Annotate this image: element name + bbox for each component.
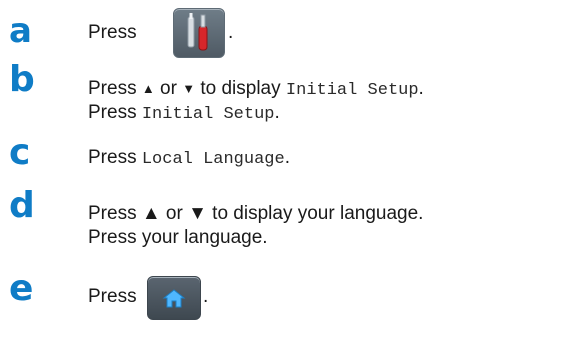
step-c-line: Press Local Language. [88,147,290,171]
step-letter-a: a [9,11,32,51]
tools-icon [187,13,208,51]
step-e-period: . [203,286,208,308]
step-a-period: . [228,22,233,44]
step-letter-d: d [9,185,35,226]
period-text: . [274,102,280,123]
to-display-text: to display [200,78,281,99]
menu-item-initial-setup: Initial Setup [285,81,419,100]
tools-button[interactable] [173,8,225,58]
step-d-line-2: Press your language. [88,227,268,249]
press-text: Press [88,286,137,307]
or-text: or [160,78,177,99]
up-arrow-icon: ▲ [141,81,155,96]
menu-item-initial-setup: Initial Setup [141,105,275,124]
step-b-line-2: Press Initial Setup. [88,102,280,126]
home-icon [162,289,186,308]
step-letter-c: c [9,132,31,173]
step-letter-e: e [9,268,34,309]
press-text: Press [88,78,137,99]
step-a-line: Press [88,22,137,44]
period-text: . [228,22,234,43]
press-text: Press [88,102,137,123]
down-arrow-icon: ▼ [182,81,196,96]
step-b-line-1: Press ▲ or ▼ to display Initial Setup. [88,78,424,102]
menu-item-local-language: Local Language [141,150,285,169]
period-text: . [418,78,424,99]
instruction-text: Press your language. [88,227,268,248]
press-text: Press [88,22,137,43]
step-d-line-1: Press ▲ or ▼ to display your language. [88,203,423,225]
instruction-text: Press ▲ or ▼ to display your language. [88,203,424,224]
press-text: Press [88,147,137,168]
period-text: . [284,147,290,168]
step-letter-b: b [9,59,35,100]
home-button[interactable] [147,276,201,320]
step-e-line: Press [88,286,137,308]
period-text: . [203,286,209,307]
